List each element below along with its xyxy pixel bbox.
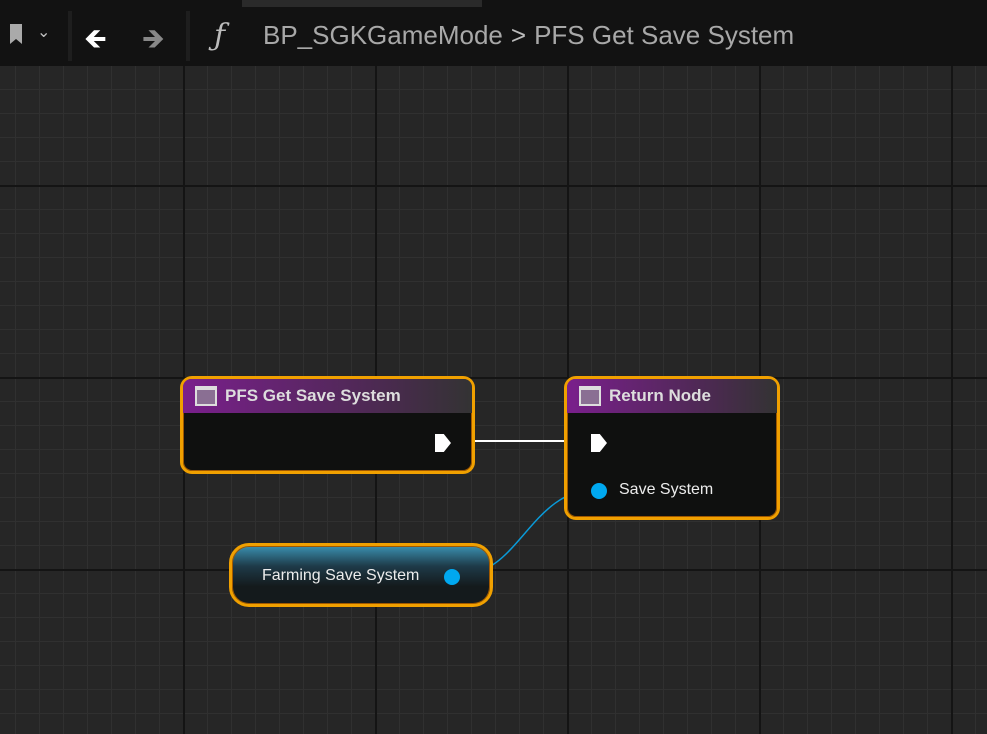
node-title: PFS Get Save System: [225, 386, 401, 405]
bookmark-icon[interactable]: [10, 24, 22, 44]
exec-in-pin[interactable]: [591, 434, 607, 452]
variable-label: Farming Save System: [262, 567, 420, 584]
variable-get-node[interactable]: Farming Save System: [229, 543, 493, 607]
save-system-pin[interactable]: [591, 483, 607, 499]
exec-out-pin[interactable]: [435, 434, 451, 452]
tab-scroll[interactable]: [242, 0, 482, 7]
variable-out-pin[interactable]: [444, 569, 460, 585]
arrow-left-icon[interactable]: 🡸: [84, 18, 107, 66]
function-icon: [195, 386, 217, 406]
function-icon: ƒ: [214, 18, 226, 53]
return-node[interactable]: Return Node Save System: [564, 376, 780, 520]
node-title: Return Node: [609, 386, 711, 405]
breadcrumb-parent[interactable]: BP_SGKGameMode: [263, 20, 503, 50]
chevron-right-icon: >: [510, 20, 527, 50]
breadcrumb-current: PFS Get Save System: [534, 20, 795, 50]
toolbar: ⌄ 🡸 🡺 ƒ BP_SGKGameMode > PFS Get Save Syst…: [0, 0, 987, 66]
breadcrumb: BP_SGKGameMode > PFS Get Save System: [263, 20, 794, 51]
pin-label: Save System: [619, 481, 714, 498]
chevron-down-icon[interactable]: ⌄: [37, 22, 50, 41]
function-entry-node[interactable]: PFS Get Save System: [180, 376, 475, 474]
wires: [452, 440, 599, 576]
function-icon: [579, 386, 601, 406]
arrow-right-icon[interactable]: 🡺: [142, 18, 165, 66]
